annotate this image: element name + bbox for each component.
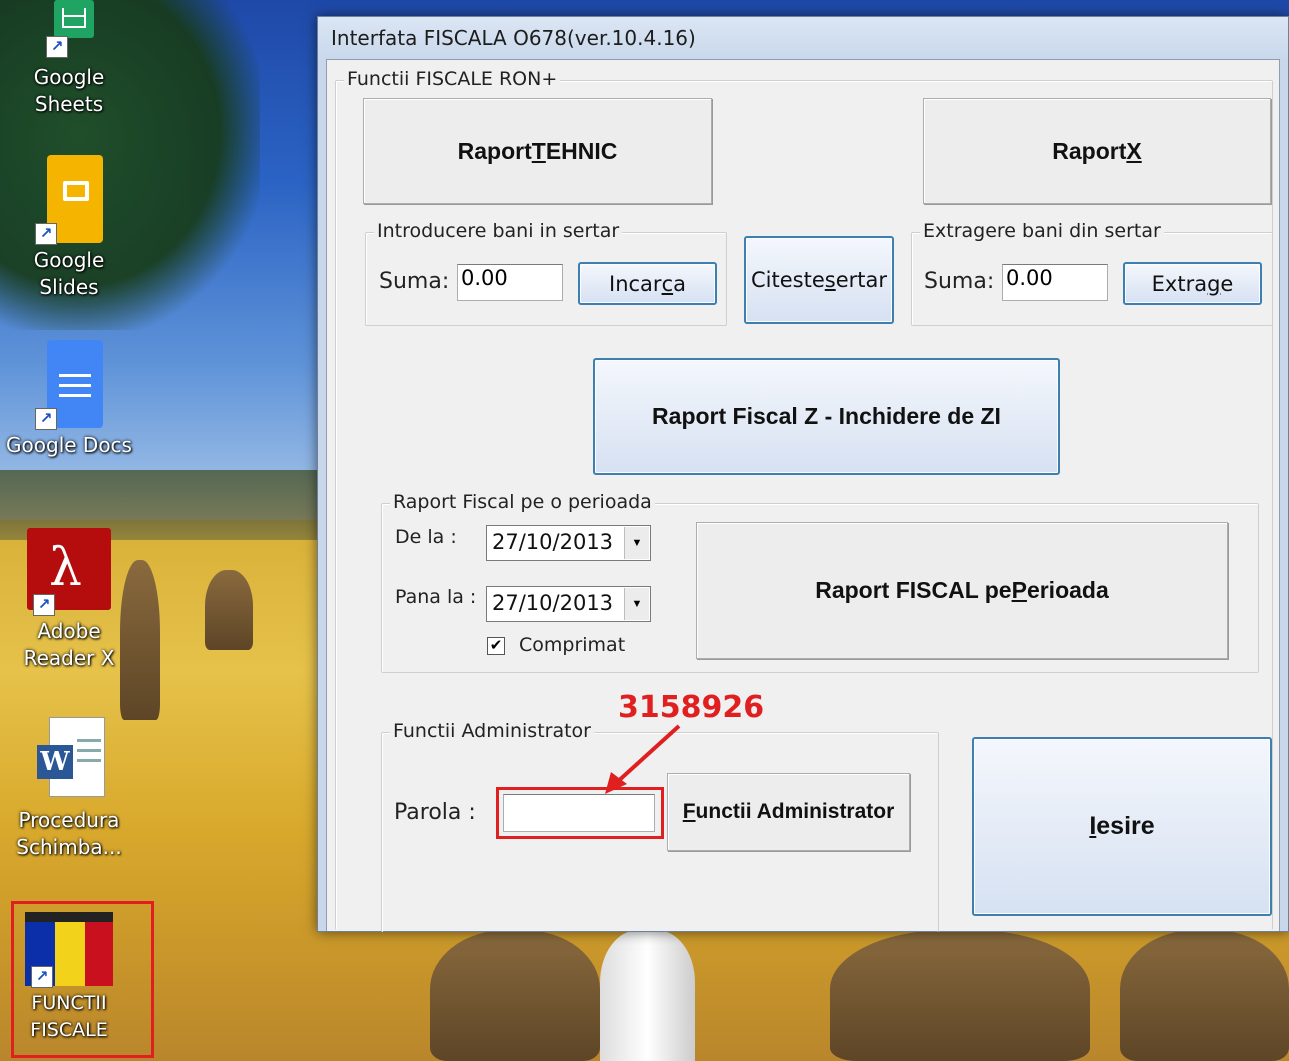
button-text: ertar (835, 268, 887, 292)
adobe-reader-icon: λ ↗ (27, 528, 111, 618)
group-legend: Extragere bani din sertar (920, 220, 1164, 242)
window-title: Interfata FISCALA O678(ver.10.4.16) (331, 26, 696, 50)
button-text: Citeste (751, 268, 825, 292)
de-la-label: De la : (395, 526, 457, 548)
comprimat-label[interactable]: Comprimat (519, 634, 625, 656)
comprimat-checkbox[interactable]: ✔ (487, 637, 505, 655)
annotation-arrow (605, 724, 681, 794)
desktop-icon-label: Adobe Reader X (23, 619, 115, 670)
group-legend: Introducere bani in sertar (374, 220, 623, 242)
iesire-button[interactable]: Iesire (972, 737, 1272, 916)
button-text-accel: s (824, 268, 836, 292)
desktop-icon-label: Google Sheets (33, 65, 105, 116)
group-legend: Raport Fiscal pe o perioada (390, 491, 655, 513)
button-text: a (673, 271, 686, 296)
de-la-date-select[interactable]: 27/10/2013 ▼ (486, 525, 651, 561)
button-text-accel: g (1207, 271, 1221, 296)
word-document-icon: W (29, 715, 109, 807)
window-client-area: Functii FISCALE RON+ Raport T EHNIC Rapor… (326, 59, 1280, 932)
button-text-accel: I (1089, 812, 1097, 840)
intro-suma-input[interactable]: 0.00 (457, 264, 563, 301)
chevron-down-icon[interactable]: ▼ (624, 588, 649, 620)
parola-label: Parola : (394, 800, 476, 825)
desktop-icon-label: Google Slides (33, 248, 105, 299)
group-legend: Functii Administrator (390, 720, 594, 742)
select-value: 27/10/2013 (492, 530, 614, 554)
desktop-icon-adobe-reader[interactable]: λ ↗ Adobe Reader X (4, 528, 134, 672)
button-text: esire (1096, 812, 1155, 840)
button-text: erioada (1026, 577, 1109, 603)
button-text: Raport FISCAL pe (815, 577, 1012, 603)
desktop-icon-label: Google Docs (6, 433, 132, 457)
raport-fiscal-perioada-button[interactable]: Raport FISCAL pe Perioada (696, 522, 1228, 659)
incarca-button[interactable]: Incar c a (578, 262, 717, 305)
extr-suma-input[interactable]: 0.00 (1002, 264, 1108, 301)
chevron-down-icon[interactable]: ▼ (624, 527, 649, 559)
select-value: 27/10/2013 (492, 591, 614, 615)
raport-fiscal-z-button[interactable]: Raport Fiscal Z - Inchidere de ZI (593, 358, 1060, 475)
google-docs-icon: ↗ (29, 340, 109, 432)
group-legend: Functii FISCALE RON+ (344, 68, 561, 90)
button-text: Raport (457, 137, 532, 164)
button-text-accel: T (531, 137, 546, 164)
citeste-sertar-button[interactable]: Citeste s ertar (744, 236, 894, 324)
raport-x-button[interactable]: Raport X (923, 98, 1271, 204)
button-text: Extra (1151, 271, 1208, 296)
pana-la-label: Pana la : (395, 586, 477, 608)
button-text-accel: P (1011, 577, 1027, 603)
button-text: Raport Fiscal Z - Inchidere de ZI (652, 403, 1001, 429)
button-text: unctii Administrator (695, 800, 895, 823)
button-text: EHNIC (545, 137, 618, 164)
pana-la-date-select[interactable]: 27/10/2013 ▼ (486, 586, 651, 622)
google-slides-icon: ↗ (29, 155, 109, 247)
button-text-accel: F (682, 800, 696, 823)
functii-administrator-button[interactable]: Functii Administrator (667, 773, 910, 851)
annotation-highlight-desktop-icon (11, 901, 154, 1058)
button-text-accel: c (661, 271, 674, 296)
fiscal-interface-window: Interfata FISCALA O678(ver.10.4.16) Func… (317, 16, 1289, 932)
desktop-icon-google-docs[interactable]: ↗ Google Docs (4, 340, 134, 459)
intro-suma-label: Suma: (379, 269, 450, 294)
button-text-accel: X (1126, 137, 1142, 164)
google-sheets-icon: ↗ (40, 0, 98, 64)
extrage-button[interactable]: Extra g e (1123, 262, 1262, 305)
button-text: Incar (609, 271, 662, 296)
extr-suma-label: Suma: (924, 269, 995, 294)
raport-tehnic-button[interactable]: Raport T EHNIC (363, 98, 712, 204)
button-text: e (1220, 271, 1234, 296)
desktop-icon-procedura[interactable]: W Procedura Schimba... (4, 715, 134, 861)
desktop-icon-label: Procedura Schimba... (16, 808, 122, 859)
desktop-icon-google-sheets[interactable]: ↗ Google Sheets (4, 0, 134, 118)
button-text: Raport (1052, 137, 1127, 164)
desktop-icon-google-slides[interactable]: ↗ Google Slides (4, 155, 134, 301)
window-titlebar[interactable]: Interfata FISCALA O678(ver.10.4.16) (318, 17, 1288, 59)
